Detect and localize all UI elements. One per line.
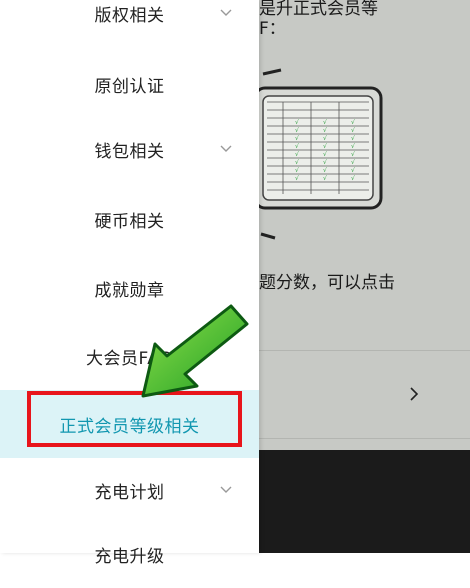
menu-item-label: 大会员FAQ [86, 348, 173, 369]
svg-text:√: √ [295, 127, 299, 134]
answer-sheet-illustration: √ √ √ √ √ √ √ √ √ √ √ √ √ √ √ √ √ √ √ √ √ √ √ √ [253, 68, 383, 240]
menu-item-original-certification[interactable]: 原创认证 [0, 50, 259, 118]
svg-text:√: √ [295, 135, 299, 142]
svg-text:√: √ [323, 151, 327, 158]
svg-text:√: √ [295, 167, 299, 174]
svg-text:√: √ [351, 159, 355, 166]
svg-text:√: √ [351, 143, 355, 150]
menu-item-wallet[interactable]: 钱包相关 [0, 115, 259, 183]
bottom-dark-area [259, 450, 470, 553]
menu-item-label: 钱包相关 [94, 141, 165, 162]
menu-item-achievement-badges[interactable]: 成就勋章 [0, 254, 259, 322]
divider [259, 438, 470, 439]
chevron-down-icon [220, 145, 232, 152]
svg-text:√: √ [323, 127, 327, 134]
svg-text:√: √ [323, 135, 327, 142]
svg-text:√: √ [295, 151, 299, 158]
side-drawer-menu: 版权相关 原创认证 钱包相关 硬币相关 成就勋章 大会员FAQ 正式会员等级相关… [0, 0, 259, 567]
svg-text:√: √ [351, 151, 355, 158]
menu-item-charging-plan[interactable]: 充电计划 [0, 456, 259, 524]
menu-item-label: 版权相关 [94, 5, 165, 26]
menu-item-copyright[interactable]: 版权相关 [0, 0, 259, 47]
menu-item-label: 硬币相关 [94, 211, 165, 232]
svg-text:√: √ [351, 119, 355, 126]
svg-text:√: √ [351, 175, 355, 182]
menu-item-label: 成就勋章 [94, 280, 165, 301]
svg-text:√: √ [295, 143, 299, 150]
menu-item-formal-member-level[interactable]: 正式会员等级相关 [0, 390, 259, 458]
svg-text:√: √ [351, 167, 355, 174]
svg-text:√: √ [351, 135, 355, 142]
svg-text:√: √ [323, 175, 327, 182]
background-text-line3: 题分数，可以点击 [259, 273, 395, 293]
menu-item-label: 原创认证 [94, 76, 165, 97]
svg-text:√: √ [323, 119, 327, 126]
menu-item-label: 充电计划 [94, 482, 165, 503]
background-text-line2: F： [259, 19, 286, 39]
svg-text:√: √ [351, 127, 355, 134]
chevron-down-icon [220, 486, 232, 493]
menu-item-label: 充电升级 [94, 546, 165, 567]
chevron-down-icon [220, 9, 232, 16]
menu-item-charging-upgrade[interactable]: 充电升级 [0, 520, 259, 588]
svg-text:√: √ [323, 143, 327, 150]
svg-text:√: √ [295, 159, 299, 166]
divider [259, 350, 470, 351]
svg-text:√: √ [323, 167, 327, 174]
menu-item-label: 正式会员等级相关 [59, 416, 200, 437]
menu-item-big-member-faq[interactable]: 大会员FAQ [0, 322, 259, 390]
svg-text:√: √ [295, 175, 299, 182]
svg-text:√: √ [323, 159, 327, 166]
menu-item-coins[interactable]: 硬币相关 [0, 185, 259, 253]
chevron-right-icon[interactable] [406, 384, 422, 404]
svg-text:√: √ [295, 119, 299, 126]
